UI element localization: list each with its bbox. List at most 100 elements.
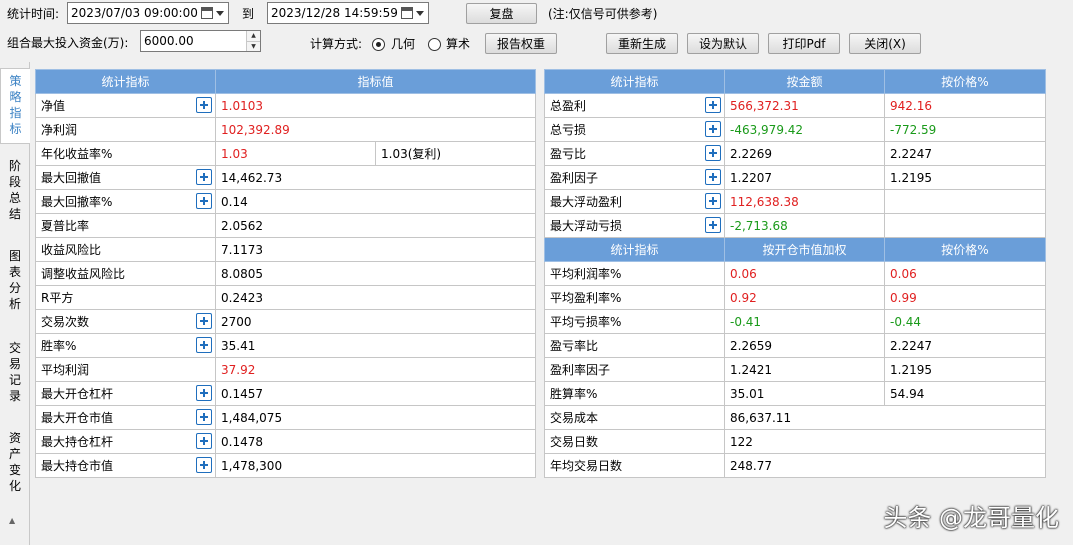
table-row: 最大回撤率% 0.14	[35, 189, 537, 214]
report-weight-button[interactable]: 报告权重	[485, 33, 557, 54]
spin-up-icon[interactable]: ▲	[247, 31, 260, 42]
expand-plus-icon[interactable]	[705, 145, 721, 161]
spin-down-icon[interactable]: ▼	[247, 41, 260, 51]
metric-value: 8.0805	[214, 261, 537, 286]
start-time-picker[interactable]: 2023/07/03 09:00:00	[67, 2, 229, 24]
watermark: 头条 @龙哥量化	[883, 504, 1059, 532]
metrics-table: 统计指标 指标值 净值 1.0103 净利润 102,392.89 年化收益率% 1.03 1.…	[35, 69, 537, 478]
tab-chart-analysis[interactable]: 图 表 分 析	[0, 248, 30, 318]
metric-name: 年均交易日数	[550, 459, 623, 473]
expand-plus-icon[interactable]	[196, 409, 212, 425]
expand-plus-icon[interactable]	[196, 337, 212, 353]
metric-value: 1,484,075	[214, 405, 537, 430]
metric-value: 1.0103	[214, 93, 537, 118]
radio-geometric[interactable]	[372, 38, 385, 51]
radio-geometric-label[interactable]: 几何	[391, 36, 415, 52]
expand-plus-icon[interactable]	[705, 217, 721, 233]
weighted-value: 0.92	[724, 285, 885, 310]
metric-name: 夏普比率	[41, 219, 90, 233]
metric-name-cell: 最大回撤值	[35, 165, 216, 190]
table-row: 收益风险比 7.1173	[35, 237, 537, 262]
weighted-value: 35.01	[724, 381, 885, 406]
metric-name: 盈亏比	[550, 147, 587, 161]
expand-plus-icon[interactable]	[196, 193, 212, 209]
metric-name-cell: 平均亏损率%	[544, 309, 725, 334]
metric-name: 调整收益风险比	[41, 267, 126, 281]
metric-name: 最大开仓杠杆	[41, 387, 114, 401]
table-row: 年均交易日数 248.77	[544, 453, 1046, 478]
tab-phase-summary[interactable]: 阶 段 总 结	[0, 158, 30, 228]
calendar-icon[interactable]	[201, 7, 213, 19]
expand-plus-icon[interactable]	[196, 169, 212, 185]
table-row: 平均利润 37.92	[35, 357, 537, 382]
metric-value: 35.41	[214, 333, 537, 358]
table-row: 盈亏比 2.2269 2.2247	[544, 141, 1046, 166]
metric-name-cell: 总亏损	[544, 117, 725, 142]
review-button[interactable]: 复盘	[466, 3, 537, 24]
metric-name: 最大持仓市值	[41, 459, 114, 473]
expand-plus-icon[interactable]	[196, 457, 212, 473]
table-row: 最大回撤值 14,462.73	[35, 165, 537, 190]
expand-plus-icon[interactable]	[196, 97, 212, 113]
percent-value: -772.59	[884, 117, 1046, 142]
table-header-row: 统计指标 按开仓市值加权 按价格%	[544, 237, 1046, 262]
expand-plus-icon[interactable]	[705, 97, 721, 113]
table-row: 交易成本 86,637.11	[544, 405, 1046, 430]
max-capital-input[interactable]: 6000.00	[141, 31, 246, 51]
metric-name-cell: 平均利润	[35, 357, 216, 382]
expand-plus-icon[interactable]	[705, 169, 721, 185]
table-row: 交易次数 2700	[35, 309, 537, 334]
metric-name: R平方	[41, 291, 74, 305]
metric-value: 0.14	[214, 189, 537, 214]
tab-asset-change[interactable]: 资 产 变 化	[0, 430, 30, 500]
column-header: 指标值	[214, 69, 537, 94]
metric-name: 胜算率%	[550, 387, 598, 401]
radio-arithmetic-label[interactable]: 算术	[446, 36, 470, 52]
expand-plus-icon[interactable]	[705, 193, 721, 209]
percent-value: 2.2247	[884, 333, 1046, 358]
table-row: 最大浮动亏损 -2,713.68	[544, 213, 1046, 238]
radio-arithmetic[interactable]	[428, 38, 441, 51]
table-row: 盈利因子 1.2207 1.2195	[544, 165, 1046, 190]
table-row: 平均亏损率% -0.41 -0.44	[544, 309, 1046, 334]
max-capital-stepper[interactable]: 6000.00 ▲ ▼	[140, 30, 261, 52]
tab-trade-records[interactable]: 交 易 记 录	[0, 340, 30, 410]
metric-name: 平均亏损率%	[550, 315, 622, 329]
end-time-value: 2023/12/28 14:59:59	[271, 6, 398, 20]
table-row: 平均盈利率% 0.92 0.99	[544, 285, 1046, 310]
chevron-down-icon[interactable]	[216, 10, 224, 16]
print-pdf-button[interactable]: 打印Pdf	[768, 33, 840, 54]
weighted-value: -0.41	[724, 309, 885, 334]
end-time-picker[interactable]: 2023/12/28 14:59:59	[267, 2, 429, 24]
expand-plus-icon[interactable]	[705, 121, 721, 137]
metric-name: 胜率%	[41, 339, 77, 353]
regenerate-button[interactable]: 重新生成	[606, 33, 678, 54]
expand-plus-icon[interactable]	[196, 313, 212, 329]
expand-plus-icon[interactable]	[196, 433, 212, 449]
metric-name: 收益风险比	[41, 243, 102, 257]
max-capital-label: 组合最大投入资金(万):	[7, 36, 129, 50]
column-header: 按价格%	[884, 237, 1046, 262]
metric-value: 0.1478	[214, 429, 537, 454]
weighted-value: 122	[724, 429, 1046, 454]
tab-strategy-metrics[interactable]: 策 略 指 标	[0, 68, 30, 144]
metric-name-cell: 交易成本	[544, 405, 725, 430]
metric-name-cell: 净利润	[35, 117, 216, 142]
chevron-down-icon[interactable]	[416, 10, 424, 16]
percent-value: 0.99	[884, 285, 1046, 310]
metric-value: 1.03	[215, 141, 376, 166]
expand-plus-icon[interactable]	[196, 385, 212, 401]
profit-loss-table: 统计指标 按金额 按价格% 总盈利 566,372.31 942.16 总亏损 -463,97…	[544, 69, 1046, 478]
side-tab-bar: 策 略 指 标 阶 段 总 结 图 表 分 析 交 易 记 录 资 产 变 化 …	[0, 62, 30, 545]
table-row: 净值 1.0103	[35, 93, 537, 118]
tab-scroll-up-icon[interactable]: ▲	[9, 516, 15, 525]
metric-name-cell: 胜率%	[35, 333, 216, 358]
weighted-value: 248.77	[724, 453, 1046, 478]
to-label: 到	[242, 7, 255, 21]
calendar-icon[interactable]	[401, 7, 413, 19]
set-default-button[interactable]: 设为默认	[687, 33, 759, 54]
weighted-value: 0.06	[724, 261, 885, 286]
close-button[interactable]: 关闭(X)	[849, 33, 921, 54]
metric-name-cell: 最大开仓市值	[35, 405, 216, 430]
table-row: 最大开仓杠杆 0.1457	[35, 381, 537, 406]
